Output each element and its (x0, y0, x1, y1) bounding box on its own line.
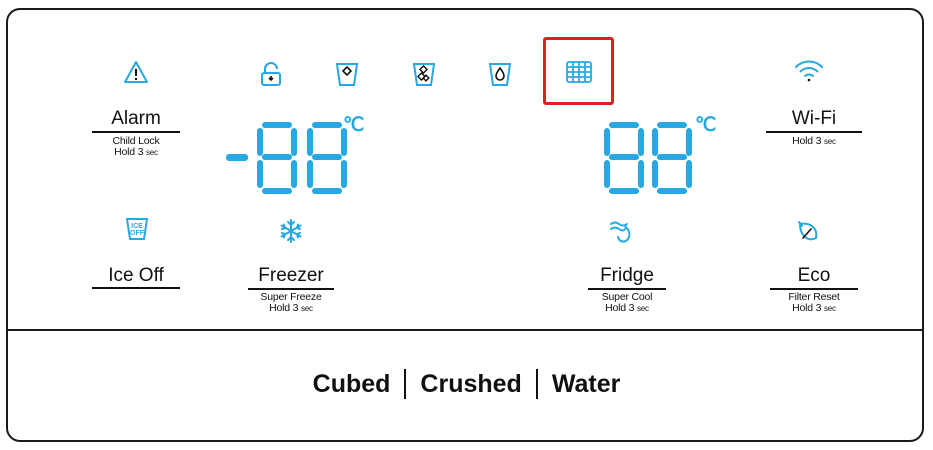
freezer-underline (248, 288, 334, 290)
crushed-ice-icon (411, 60, 437, 88)
off-text: OFF (130, 230, 145, 237)
ice-off-icon: ICE OFF (124, 216, 150, 242)
super-cool-icon (607, 218, 635, 246)
ice-off-label: Ice Off (108, 265, 164, 286)
panel-divider (6, 329, 924, 331)
eco-label: Eco (797, 265, 831, 286)
wifi-underline (766, 131, 862, 133)
fridge-temp-unit: ℃ (695, 115, 717, 136)
wifi-hold-unit: sec (824, 137, 836, 146)
freezer-hold-text: Hold 3 (269, 302, 299, 314)
ice-text: ICE (131, 223, 143, 230)
eco-hold-unit: sec (824, 304, 836, 313)
dispenser-selector: Cubed Crushed Water (0, 362, 933, 406)
freezer-temp-display (224, 118, 354, 203)
alarm-underline (92, 131, 180, 133)
freezer-sub: Super Freeze Hold 3 sec (243, 292, 339, 314)
fridge-underline (588, 288, 666, 290)
freezer-label: Freezer (258, 265, 324, 286)
snowflake-icon (278, 218, 304, 244)
eco-button[interactable]: Eco (770, 265, 858, 287)
wifi-sub: Hold 3 sec (766, 136, 862, 147)
eco-underline (770, 288, 858, 290)
cubed-ice-icon (334, 60, 360, 88)
water-drop-icon (487, 60, 513, 88)
highlight-box (543, 37, 614, 105)
wifi-label: Wi-Fi (791, 108, 837, 129)
cubed-option[interactable]: Cubed (313, 370, 391, 399)
crushed-option[interactable]: Crushed (420, 370, 521, 399)
freezer-button[interactable]: Freezer (248, 265, 334, 287)
ice-off-button[interactable]: Ice Off (92, 265, 180, 287)
option-separator (404, 369, 407, 399)
freezer-temp-unit: ℃ (343, 115, 365, 136)
wifi-button[interactable]: Wi-Fi (766, 108, 862, 130)
alarm-button[interactable]: Alarm (92, 108, 180, 130)
fridge-temp-display (602, 118, 694, 203)
ice-off-underline (92, 287, 180, 289)
fridge-button[interactable]: Fridge (588, 265, 666, 287)
alarm-warning-icon (123, 60, 149, 84)
fridge-sub: Super Cool Hold 3 sec (582, 292, 672, 314)
fridge-hold-text: Hold 3 (605, 302, 635, 314)
alarm-sub: Child Lock Hold 3 sec (92, 136, 180, 158)
alarm-hold-text: Hold 3 (114, 146, 144, 158)
wifi-hold-text: Hold 3 (792, 135, 822, 147)
eco-sub: Filter Reset Hold 3 sec (764, 292, 864, 314)
fridge-label: Fridge (600, 265, 654, 286)
alarm-hold-unit: sec (146, 148, 158, 157)
wifi-icon (793, 57, 825, 85)
eco-leaf-icon (794, 218, 822, 246)
option-separator (535, 369, 538, 399)
eco-hold-text: Hold 3 (792, 302, 822, 314)
water-option[interactable]: Water (552, 370, 621, 399)
freezer-hold-unit: sec (301, 304, 313, 313)
alarm-label: Alarm (111, 108, 161, 129)
lock-icon (257, 60, 285, 88)
fridge-hold-unit: sec (637, 304, 649, 313)
